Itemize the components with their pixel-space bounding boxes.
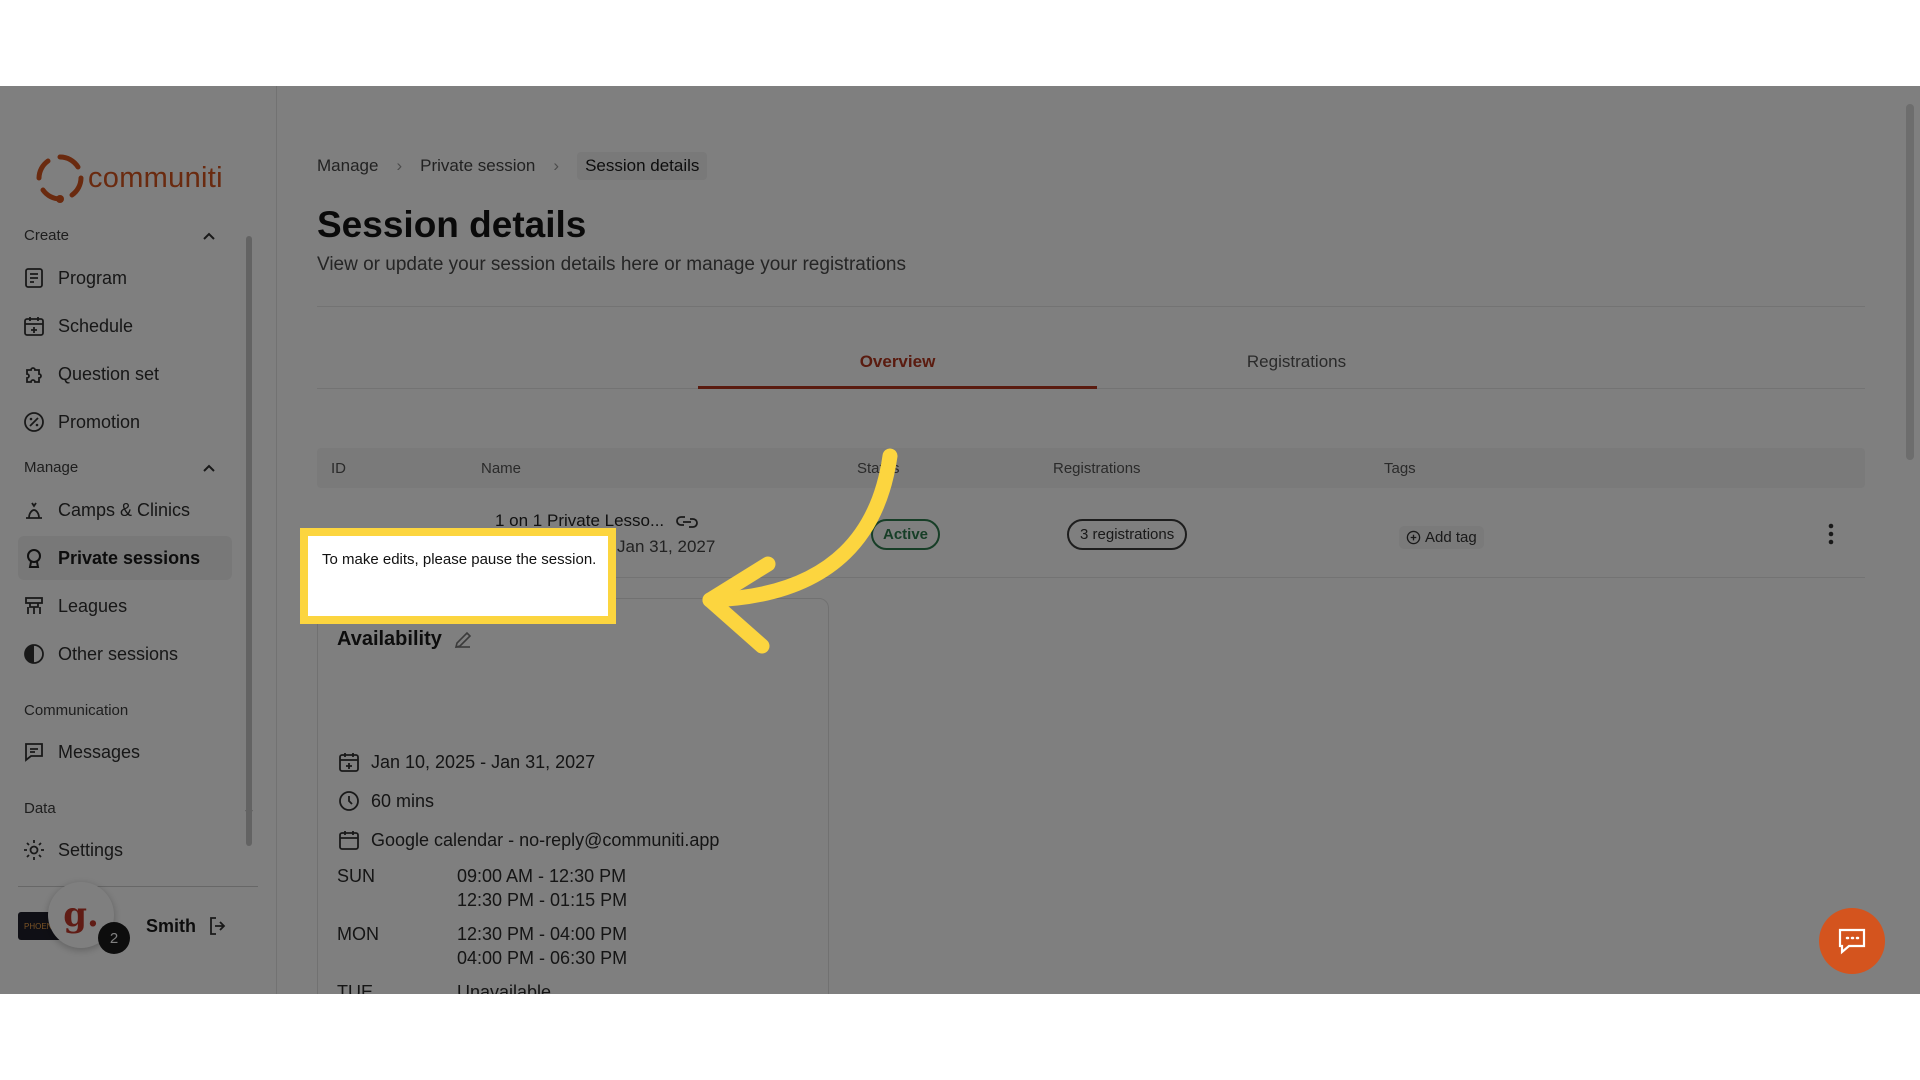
pointer-arrow-icon [702,448,898,654]
page-scrollbar[interactable] [1906,104,1914,460]
tutorial-overlay [0,86,1920,994]
tooltip-highlight [300,528,616,624]
tooltip-text: To make edits, please pause the session. [322,551,597,568]
chat-button[interactable] [1819,908,1885,974]
chat-icon [1838,928,1866,955]
app-window: communiti Create Program Schedule Questi… [0,86,1920,994]
